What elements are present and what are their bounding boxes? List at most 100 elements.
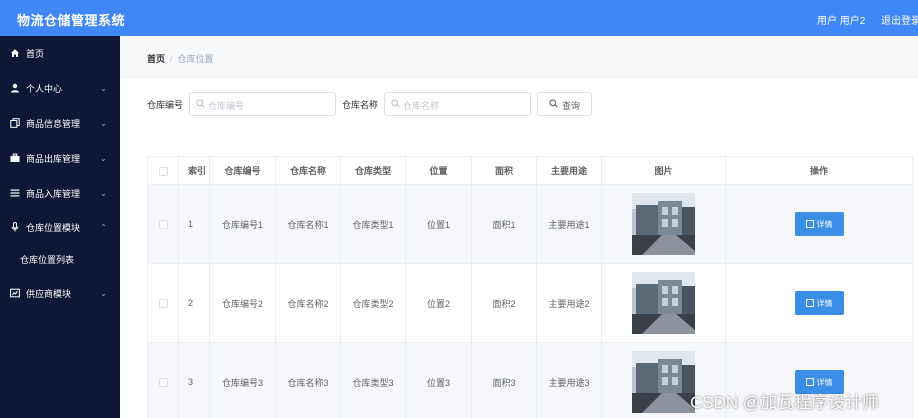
detail-button-label: 详情 xyxy=(816,298,833,308)
cell-image xyxy=(601,184,726,264)
query-button-label: 查询 xyxy=(562,101,581,111)
cell-area: 面积2 xyxy=(471,263,537,343)
edit-icon xyxy=(805,378,814,386)
breadcrumb-home[interactable]: 首页 xyxy=(147,54,165,64)
sidebar-item-warehouse-location-list[interactable]: 仓库位置列表 xyxy=(0,244,120,274)
sidebar-item-label: 供应商模块 xyxy=(26,288,72,299)
home-icon xyxy=(10,48,20,58)
watermark: CSDN @加瓦程序设计师 xyxy=(690,393,880,412)
warehouse-name-label: 仓库名称 xyxy=(342,100,379,110)
column-header: 图片 xyxy=(601,156,726,185)
cell-area: 面积1 xyxy=(471,184,537,264)
cell-image xyxy=(601,263,726,343)
edit-icon xyxy=(805,220,814,228)
warehouse-photo xyxy=(632,351,695,413)
cell-index: 1 xyxy=(178,184,210,264)
chevron-down-icon: ⌄ xyxy=(100,153,107,163)
query-button[interactable]: 查询 xyxy=(537,92,592,116)
warehouse-table: 索引 仓库编号 仓库名称 仓库类型 位置 面积 主要用途 图片 操作 1 仓库编… xyxy=(147,156,913,418)
chevron-down-icon: ⌄ xyxy=(100,118,107,128)
warehouse-photo xyxy=(632,193,695,255)
edit-icon xyxy=(805,299,814,307)
sidebar-item-supplier[interactable]: 供应商模块 ⌄ xyxy=(0,278,120,308)
search-icon xyxy=(549,99,558,110)
search-icon xyxy=(391,99,400,110)
sidebar-item-warehouse-location[interactable]: 仓库位置模块 ⌃ xyxy=(0,212,120,242)
sidebar-item-personal-center[interactable]: 个人中心 ⌄ xyxy=(0,73,120,103)
row-select-cell xyxy=(147,342,179,418)
cell-location: 位置3 xyxy=(405,342,472,418)
cell-action: 详情 xyxy=(725,184,913,264)
sidebar-item-label: 个人中心 xyxy=(26,83,63,94)
row-checkbox[interactable] xyxy=(158,220,168,230)
table-row: 1 仓库编号1 仓库名称1 仓库类型1 位置1 面积1 主要用途1 详情 xyxy=(147,184,913,264)
column-header: 面积 xyxy=(471,156,537,185)
user-info: 用户 用户2 xyxy=(817,16,866,27)
sidebar-item-label: 商品出库管理 xyxy=(26,153,81,164)
chevron-up-icon: ⌃ xyxy=(100,222,107,232)
warehouse-code-input[interactable]: 仓库编号 xyxy=(189,92,336,116)
search-icon xyxy=(196,99,205,110)
table-header-row: 索引 仓库编号 仓库名称 仓库类型 位置 面积 主要用途 图片 操作 xyxy=(147,156,913,185)
breadcrumb-separator: / xyxy=(170,54,173,64)
cell-code: 仓库编号3 xyxy=(209,342,276,418)
cell-type: 仓库类型3 xyxy=(340,342,406,418)
warehouse-photo xyxy=(632,272,695,334)
cell-usage: 主要用途3 xyxy=(536,342,602,418)
row-select-cell xyxy=(147,184,179,264)
column-header: 索引 xyxy=(178,156,210,185)
row-checkbox[interactable] xyxy=(158,299,168,309)
app-title: 物流仓储管理系统 xyxy=(17,13,126,28)
detail-button[interactable]: 详情 xyxy=(794,212,844,236)
sidebar: 首页 个人中心 ⌄ 商品信息管理 ⌄ 商品出库管理 ⌄ 商品入库管理 ⌄ 仓库位… xyxy=(0,36,120,418)
row-select-cell xyxy=(147,263,179,343)
warehouse-code-placeholder: 仓库编号 xyxy=(208,101,245,111)
copy-icon xyxy=(10,118,20,128)
cell-index: 3 xyxy=(178,342,210,418)
user-icon xyxy=(10,83,20,93)
detail-button[interactable]: 详情 xyxy=(794,291,844,315)
main-content: 首页 / 仓库位置 仓库编号 仓库编号 仓库名称 仓库名称 查询 索引 仓库编号 xyxy=(120,36,918,418)
warehouse-name-input[interactable]: 仓库名称 xyxy=(384,92,531,116)
cell-name: 仓库名称1 xyxy=(275,184,341,264)
select-all-checkbox[interactable] xyxy=(158,166,168,176)
warehouse-code-label: 仓库编号 xyxy=(147,100,184,110)
row-checkbox[interactable] xyxy=(158,378,168,388)
breadcrumb-current: 仓库位置 xyxy=(177,54,214,64)
cell-code: 仓库编号2 xyxy=(209,263,276,343)
sidebar-item-home[interactable]: 首页 xyxy=(0,38,120,68)
cell-type: 仓库类型2 xyxy=(340,263,406,343)
cell-code: 仓库编号1 xyxy=(209,184,276,264)
list-icon xyxy=(10,188,20,198)
cell-area: 面积3 xyxy=(471,342,537,418)
suitcase-icon xyxy=(10,153,20,163)
dashboard-icon xyxy=(10,288,20,298)
column-header: 操作 xyxy=(725,156,913,185)
sidebar-item-goods-info[interactable]: 商品信息管理 ⌄ xyxy=(0,108,120,138)
cell-type: 仓库类型1 xyxy=(340,184,406,264)
top-header: 物流仓储管理系统 用户 用户2 退出登录 xyxy=(0,0,918,36)
chevron-down-icon: ⌄ xyxy=(100,288,107,298)
cell-location: 位置1 xyxy=(405,184,472,264)
column-header: 位置 xyxy=(405,156,472,185)
sidebar-item-goods-outbound[interactable]: 商品出库管理 ⌄ xyxy=(0,143,120,173)
cell-index: 2 xyxy=(178,263,210,343)
chevron-down-icon: ⌄ xyxy=(100,188,107,198)
breadcrumb: 首页 / 仓库位置 xyxy=(147,52,214,65)
microphone-icon xyxy=(10,222,20,232)
breadcrumb-bar: 首页 / 仓库位置 xyxy=(120,36,918,78)
sidebar-item-label: 仓库位置模块 xyxy=(26,222,81,233)
cell-action: 详情 xyxy=(725,263,913,343)
column-header: 仓库编号 xyxy=(209,156,276,185)
logout-link[interactable]: 退出登录 xyxy=(881,12,918,27)
table-row: 2 仓库编号2 仓库名称2 仓库类型2 位置2 面积2 主要用途2 详情 xyxy=(147,263,913,343)
sidebar-item-label: 商品信息管理 xyxy=(26,118,81,129)
cell-usage: 主要用途1 xyxy=(536,184,602,264)
cell-usage: 主要用途2 xyxy=(536,263,602,343)
sidebar-item-label: 首页 xyxy=(26,48,45,59)
warehouse-name-placeholder: 仓库名称 xyxy=(403,101,440,111)
column-header: 仓库类型 xyxy=(340,156,406,185)
cell-name: 仓库名称3 xyxy=(275,342,341,418)
sidebar-item-goods-inbound[interactable]: 商品入库管理 ⌄ xyxy=(0,178,120,208)
chevron-down-icon: ⌄ xyxy=(100,83,107,93)
